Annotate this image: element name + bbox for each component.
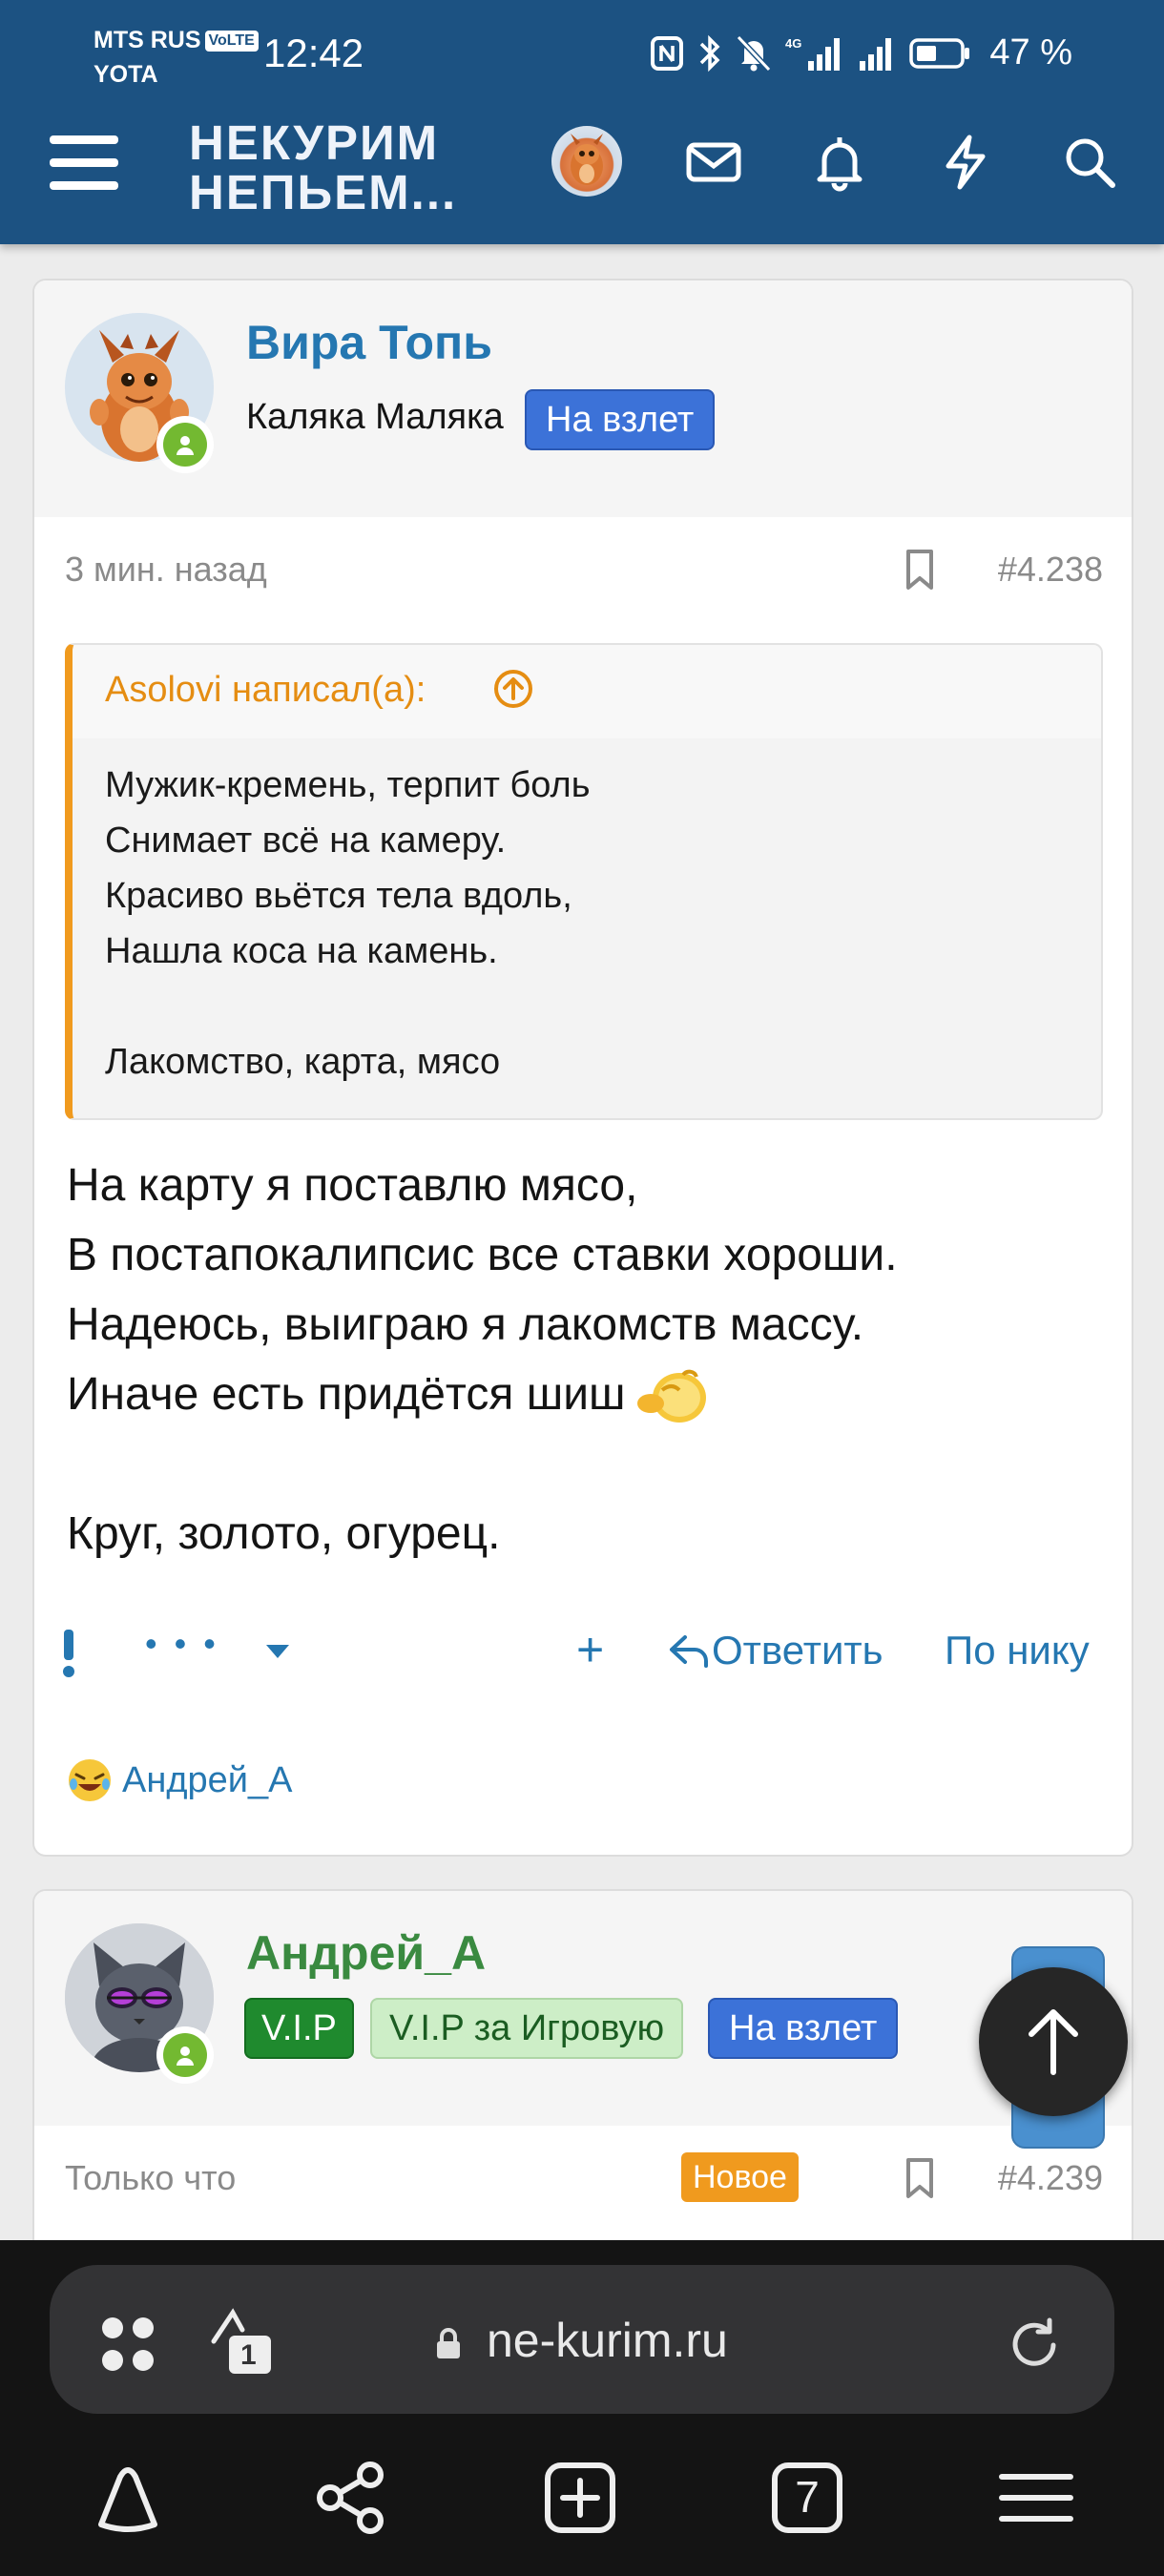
signal-icon	[860, 37, 892, 71]
post-line: Иначе есть придётся шиш	[67, 1369, 626, 1420]
status-icons: 4G 47 %	[650, 32, 1072, 73]
tab-count-small: 1	[240, 2339, 257, 2371]
post-line: На карту я поставлю мясо,	[67, 1160, 638, 1211]
account-avatar[interactable]	[551, 126, 622, 197]
online-indicator	[156, 416, 214, 473]
carrier-info: MTS RUS VoLTE YOTA	[94, 23, 259, 92]
search-icon[interactable]	[1059, 132, 1120, 193]
share-icon[interactable]	[311, 2458, 391, 2538]
user-banner: V.I.P за Игровую	[370, 1998, 684, 2059]
signal-4g-icon: 4G	[785, 36, 841, 71]
carrier-primary: MTS RUS	[94, 27, 201, 53]
mail-icon[interactable]	[683, 132, 744, 193]
fig-hand-emoji	[636, 1369, 706, 1423]
scroll-to-top-button[interactable]	[979, 1967, 1128, 2116]
bell-muted-icon	[737, 34, 772, 72]
home-icon[interactable]	[88, 2458, 168, 2538]
post-line: В постапокалипсис все ставки хороши.	[67, 1230, 898, 1280]
reactions-bar[interactable]: Андрей_А	[65, 1752, 292, 1809]
post-card: Вира Топь Каляка Маляка На взлет 3 мин. …	[32, 279, 1133, 1857]
bookmark-icon[interactable]	[901, 548, 939, 592]
address-bar[interactable]: 1 ne-kurim.ru	[50, 2265, 1114, 2414]
reload-icon[interactable]	[1004, 2313, 1067, 2376]
site-header: MTS RUS VoLTE YOTA 12:42 4G 47 % НЕКУРИМ …	[0, 0, 1164, 244]
chevron-down-icon[interactable]	[263, 1639, 292, 1662]
logo-line-2: НЕПЬЕМ...	[189, 165, 458, 219]
nfc-icon	[651, 35, 684, 71]
quote-line: Мужик-кремень, терпит боль	[105, 765, 591, 805]
browser-menu-icon[interactable]	[996, 2458, 1076, 2538]
post-actions: • • • + Ответить По нику	[34, 1622, 1132, 1689]
quote-line: Нашла коса на камень.	[105, 931, 498, 971]
volte-badge: VoLTE	[204, 31, 259, 52]
reply-button[interactable]: Ответить	[668, 1628, 883, 1673]
laughing-emoji-icon	[69, 1759, 111, 1801]
quote-line: Снимает всё на камеру.	[105, 821, 507, 861]
battery-icon	[909, 37, 970, 69]
post-number[interactable]: #4.238	[998, 550, 1103, 590]
nav-row: НЕКУРИМ НЕПЬЕМ...	[0, 113, 1164, 237]
post-username[interactable]: Вира Топь	[246, 315, 492, 370]
more-actions-button[interactable]: • • •	[145, 1624, 219, 1664]
post-line: Надеюсь, выиграю я лакомств массу.	[67, 1299, 864, 1350]
lock-icon	[437, 2328, 460, 2358]
site-logo[interactable]: НЕКУРИМ НЕПЬЕМ...	[189, 118, 457, 218]
user-banner: На взлет	[708, 1998, 899, 2059]
post-user-header: Вира Топь Каляка Маляка На взлет	[34, 280, 1132, 517]
svg-text:4G: 4G	[785, 36, 801, 51]
bell-icon[interactable]	[809, 132, 870, 193]
new-tab-icon[interactable]	[540, 2458, 620, 2538]
bluetooth-icon	[700, 34, 720, 72]
status-bar: MTS RUS VoLTE YOTA 12:42 4G 47 %	[0, 0, 1164, 114]
tabs-button[interactable]: 7	[767, 2458, 847, 2538]
reaction-user: Андрей_А	[122, 1759, 293, 1800]
lightning-icon[interactable]	[935, 132, 996, 193]
user-banner: На взлет	[525, 389, 716, 450]
status-time: 12:42	[263, 31, 364, 75]
browser-toolbar: 1 ne-kurim.ru 7	[0, 2240, 1164, 2576]
post-time[interactable]: Только что	[65, 2158, 236, 2198]
user-title: Каляка Маляка	[246, 397, 504, 437]
bookmark-icon[interactable]	[901, 2156, 939, 2200]
url-text[interactable]: ne-kurim.ru	[487, 2313, 728, 2368]
dragon-avatar-image	[571, 134, 603, 185]
arrow-up-circle-icon[interactable]	[492, 668, 534, 710]
quote-header: Asolovi написал(а):	[73, 645, 1101, 738]
new-post-badge: Новое	[681, 2152, 799, 2202]
post-username[interactable]: Андрей_А	[246, 1925, 486, 1981]
quote-author[interactable]: Asolovi написал(а):	[105, 670, 426, 711]
tab-indicator[interactable]: 1	[208, 2307, 275, 2378]
quote-line: Лакомство, карта, мясо	[105, 1042, 501, 1082]
user-online-icon	[177, 2046, 194, 2066]
post-time[interactable]: 3 мин. назад	[65, 550, 267, 590]
multiquote-button[interactable]: +	[576, 1622, 604, 1677]
online-indicator	[156, 2026, 214, 2084]
menu-button[interactable]	[50, 135, 118, 195]
report-icon[interactable]	[50, 1622, 88, 1683]
tabs-count: 7	[795, 2472, 820, 2522]
post-user-header: Андрей_А V.I.P V.I.P за Игровую На взлет	[34, 1891, 1132, 2126]
user-online-icon	[177, 436, 194, 455]
logo-line-1: НЕКУРИМ	[189, 115, 440, 170]
quote-line: Красиво вьётся тела вдоль,	[105, 876, 572, 916]
arrow-up-icon	[1029, 2009, 1078, 2075]
post-body: На карту я поставлю мясо, В постапокалип…	[67, 1151, 898, 1568]
reply-icon	[670, 1635, 708, 1668]
post-line-with-emoji: Иначе есть придётся шиш	[67, 1360, 898, 1429]
battery-percent: 47 %	[989, 32, 1072, 73]
reply-label: Ответить	[712, 1628, 883, 1672]
quote-block: Asolovi написал(а): Мужик-кремень, терпи…	[65, 643, 1103, 1120]
user-banner: V.I.P	[244, 1998, 354, 2059]
apps-icon[interactable]	[99, 2315, 160, 2376]
carrier-secondary: YOTA	[94, 61, 158, 88]
post-line: Круг, золото, огурец.	[67, 1508, 501, 1559]
post-number[interactable]: #4.239	[998, 2158, 1103, 2198]
post-meta: Только что Новое #4.239	[34, 2149, 1132, 2206]
mention-by-nick-button[interactable]: По нику	[945, 1628, 1090, 1673]
quote-text: Мужик-кремень, терпит боль Снимает всё н…	[105, 758, 591, 1090]
post-meta: 3 мин. назад #4.238	[34, 540, 1132, 597]
